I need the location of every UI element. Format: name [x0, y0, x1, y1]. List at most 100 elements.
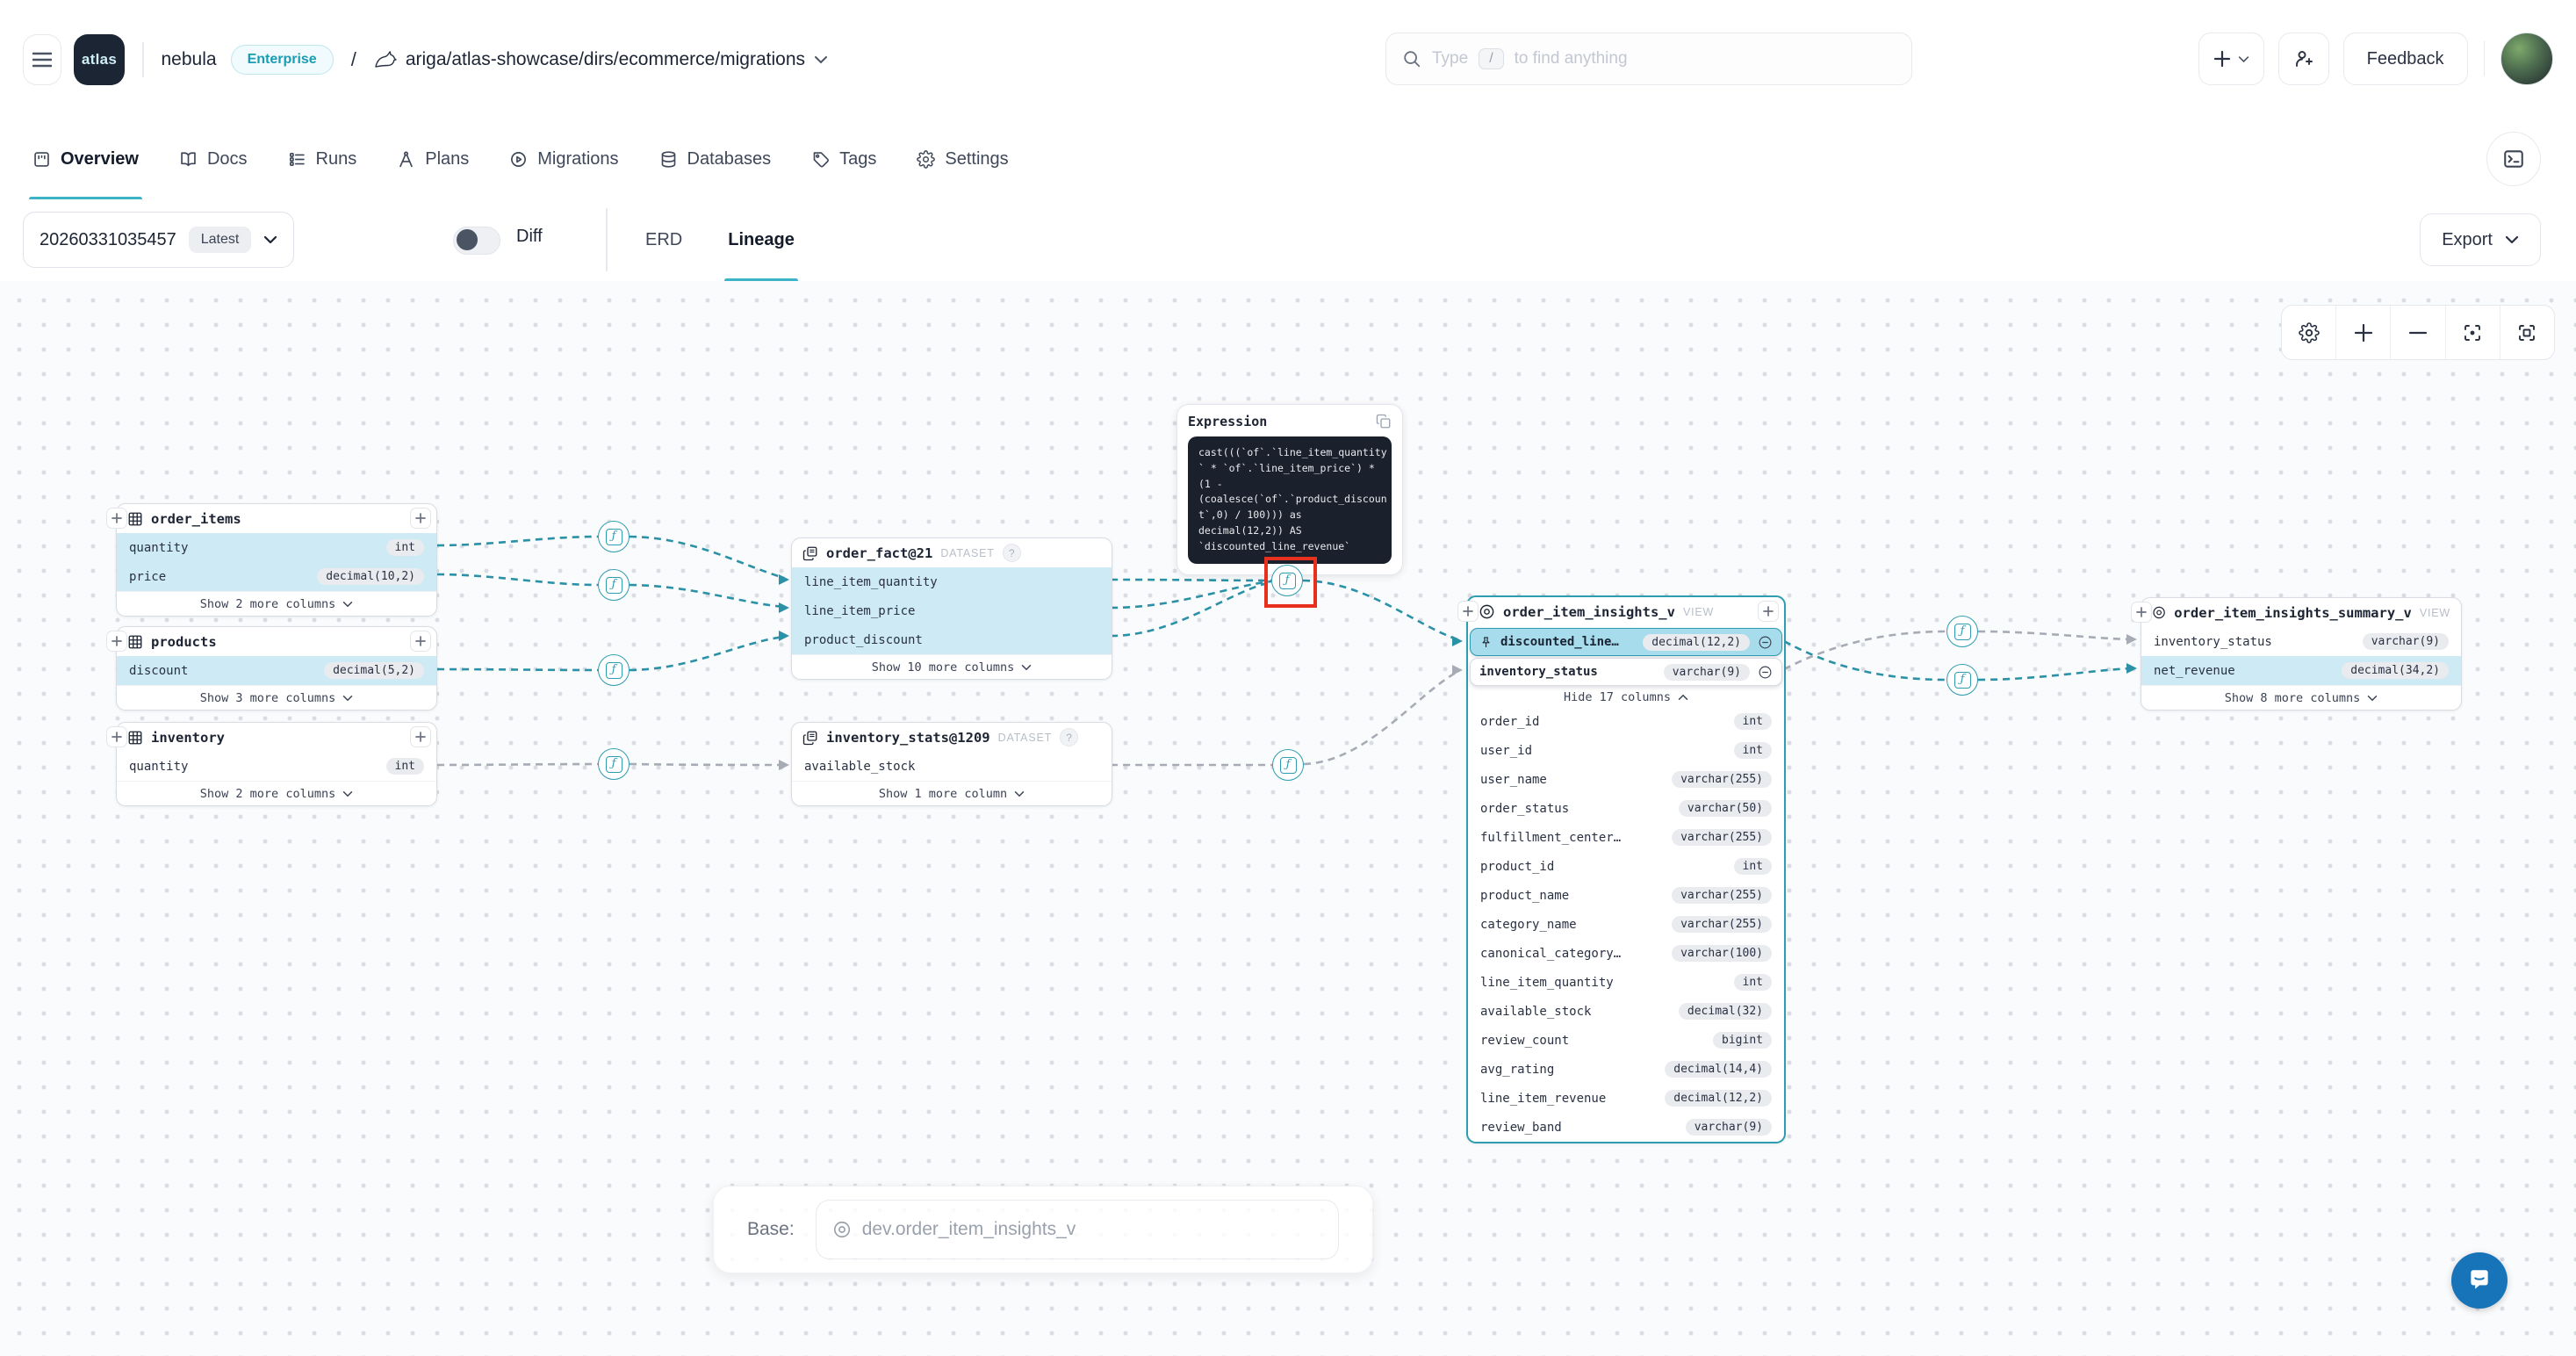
- column-row[interactable]: review_bandvarchar(9): [1468, 1113, 1784, 1142]
- column-name: inventory_status: [1479, 665, 1656, 679]
- hide-columns-button[interactable]: Hide 17 columns: [1468, 688, 1784, 707]
- table-node-products[interactable]: products discountdecimal(5,2) Show 3 mor…: [116, 626, 437, 710]
- support-chat-button[interactable]: [2451, 1252, 2508, 1309]
- expand-upstream-button[interactable]: [106, 631, 127, 652]
- base-object-input[interactable]: dev.order_item_insights_v: [816, 1200, 1339, 1259]
- lineage-canvas[interactable]: ƒ ƒ ƒ ƒ ƒ ƒ ƒ ƒ Expression cast(((`of`.`…: [0, 281, 2576, 1356]
- view-badge: VIEW: [2420, 607, 2450, 619]
- show-more-columns-button[interactable]: Show 2 more columns: [117, 781, 436, 805]
- invite-user-button[interactable]: [2278, 32, 2329, 85]
- tab-erd[interactable]: ERD: [645, 199, 682, 281]
- expand-upstream-button[interactable]: [106, 726, 127, 747]
- remove-column-icon[interactable]: [1758, 635, 1773, 650]
- column-row[interactable]: available_stockdecimal(32): [1468, 997, 1784, 1026]
- column-row[interactable]: product_namevarchar(255): [1468, 881, 1784, 910]
- expand-downstream-button[interactable]: [1758, 601, 1779, 622]
- column-row[interactable]: user_idint: [1468, 736, 1784, 765]
- function-node[interactable]: ƒ: [1946, 616, 1978, 647]
- column-row[interactable]: user_namevarchar(255): [1468, 765, 1784, 794]
- selected-column-row[interactable]: inventory_status varchar(9): [1470, 658, 1782, 686]
- create-new-button[interactable]: [2198, 32, 2264, 85]
- cli-terminal-button[interactable]: [2486, 132, 2541, 186]
- remove-column-icon[interactable]: [1758, 665, 1773, 680]
- function-node[interactable]: ƒ: [1272, 749, 1304, 781]
- column-row[interactable]: avg_ratingdecimal(14,4): [1468, 1055, 1784, 1084]
- feedback-button[interactable]: Feedback: [2343, 32, 2468, 85]
- tab-overview[interactable]: Overview: [32, 119, 139, 199]
- table-node-inventory[interactable]: inventory quantityint Show 2 more column…: [116, 722, 437, 806]
- zoom-in-button[interactable]: [2336, 306, 2391, 359]
- copy-icon[interactable]: [1376, 414, 1392, 429]
- zoom-out-button[interactable]: [2391, 306, 2445, 359]
- column-row[interactable]: pricedecimal(10,2): [117, 562, 436, 591]
- expand-downstream-button[interactable]: [410, 726, 431, 747]
- column-row[interactable]: available_stock: [792, 752, 1112, 781]
- column-row[interactable]: line_item_quantity: [792, 567, 1112, 596]
- expand-downstream-button[interactable]: [410, 631, 431, 652]
- expand-upstream-button[interactable]: [1457, 601, 1479, 622]
- table-node-order-items[interactable]: order_items quantityintpricedecimal(10,2…: [116, 503, 437, 617]
- column-row[interactable]: line_item_price: [792, 596, 1112, 625]
- show-more-columns-button[interactable]: Show 8 more columns: [2141, 685, 2461, 710]
- plus-icon: [2354, 323, 2373, 343]
- center-view-button[interactable]: [2446, 306, 2500, 359]
- export-button[interactable]: Export: [2420, 213, 2541, 266]
- dataset-node-inventory-stats[interactable]: inventory_stats@1209 DATASET ? available…: [791, 722, 1112, 806]
- databases-icon: [659, 150, 678, 169]
- expand-upstream-button[interactable]: [106, 508, 127, 529]
- hamburger-menu-button[interactable]: [23, 34, 61, 85]
- help-icon[interactable]: ?: [1060, 728, 1078, 747]
- show-more-columns-button[interactable]: Show 3 more columns: [117, 685, 436, 710]
- fit-view-button[interactable]: [2500, 306, 2554, 359]
- function-node[interactable]: ƒ: [1946, 664, 1978, 696]
- version-selector[interactable]: 20260331035457 Latest: [23, 212, 294, 268]
- column-row[interactable]: line_item_revenuedecimal(12,2): [1468, 1084, 1784, 1113]
- column-row[interactable]: product_idint: [1468, 852, 1784, 881]
- column-row[interactable]: inventory_statusvarchar(9): [2141, 627, 2461, 656]
- table-icon: [127, 730, 143, 746]
- tab-docs[interactable]: Docs: [179, 119, 248, 199]
- tab-migrations[interactable]: Migrations: [509, 119, 618, 199]
- function-node[interactable]: ƒ: [598, 569, 630, 601]
- show-more-columns-button[interactable]: Show 10 more columns: [792, 654, 1112, 679]
- help-icon[interactable]: ?: [1003, 544, 1021, 562]
- tab-label: Runs: [316, 149, 357, 170]
- view-node-order-item-insights-summary[interactable]: order_item_insights_summary_v VIEW inven…: [2141, 597, 2462, 710]
- atlas-logo[interactable]: atlas: [74, 34, 125, 85]
- expand-downstream-button[interactable]: [410, 508, 431, 529]
- function-node[interactable]: ƒ: [598, 521, 630, 552]
- column-row[interactable]: order_idint: [1468, 707, 1784, 736]
- function-icon: ƒ: [1280, 757, 1297, 774]
- function-node-expression[interactable]: ƒ: [1271, 565, 1303, 596]
- dataset-node-order-fact[interactable]: order_fact@21 DATASET ? line_item_quanti…: [791, 537, 1112, 680]
- show-more-columns-button[interactable]: Show 2 more columns: [117, 591, 436, 616]
- canvas-settings-button[interactable]: [2282, 306, 2336, 359]
- column-row[interactable]: discountdecimal(5,2): [117, 656, 436, 685]
- column-row[interactable]: canonical_category…varchar(100): [1468, 939, 1784, 968]
- column-row[interactable]: review_countbigint: [1468, 1026, 1784, 1055]
- function-node[interactable]: ƒ: [598, 654, 630, 686]
- global-search-input[interactable]: Type / to find anything: [1385, 32, 1912, 85]
- pinned-column-row[interactable]: discounted_line… decimal(12,2): [1470, 628, 1782, 656]
- column-row[interactable]: order_statusvarchar(50): [1468, 794, 1784, 823]
- column-row[interactable]: fulfillment_center…varchar(255): [1468, 823, 1784, 852]
- column-row[interactable]: product_discount: [792, 625, 1112, 654]
- column-row[interactable]: net_revenuedecimal(34,2): [2141, 656, 2461, 685]
- tab-tags[interactable]: Tags: [811, 119, 876, 199]
- diff-toggle[interactable]: [453, 227, 500, 255]
- column-row[interactable]: category_namevarchar(255): [1468, 910, 1784, 939]
- tab-lineage[interactable]: Lineage: [728, 199, 795, 281]
- view-node-order-item-insights[interactable]: order_item_insights_v VIEW discounted_li…: [1466, 595, 1786, 1143]
- user-avatar[interactable]: [2500, 32, 2553, 85]
- show-more-columns-button[interactable]: Show 1 more column: [792, 781, 1112, 805]
- column-row[interactable]: quantityint: [117, 533, 436, 562]
- function-node[interactable]: ƒ: [598, 748, 630, 780]
- breadcrumb[interactable]: ariga/atlas-showcase/dirs/ecommerce/migr…: [374, 49, 828, 70]
- tab-plans[interactable]: Plans: [397, 119, 469, 199]
- tab-runs[interactable]: Runs: [288, 119, 357, 199]
- column-row[interactable]: quantityint: [117, 752, 436, 781]
- tab-settings[interactable]: Settings: [917, 119, 1008, 199]
- tab-databases[interactable]: Databases: [659, 119, 772, 199]
- column-row[interactable]: line_item_quantityint: [1468, 968, 1784, 997]
- expand-upstream-button[interactable]: [2131, 602, 2152, 623]
